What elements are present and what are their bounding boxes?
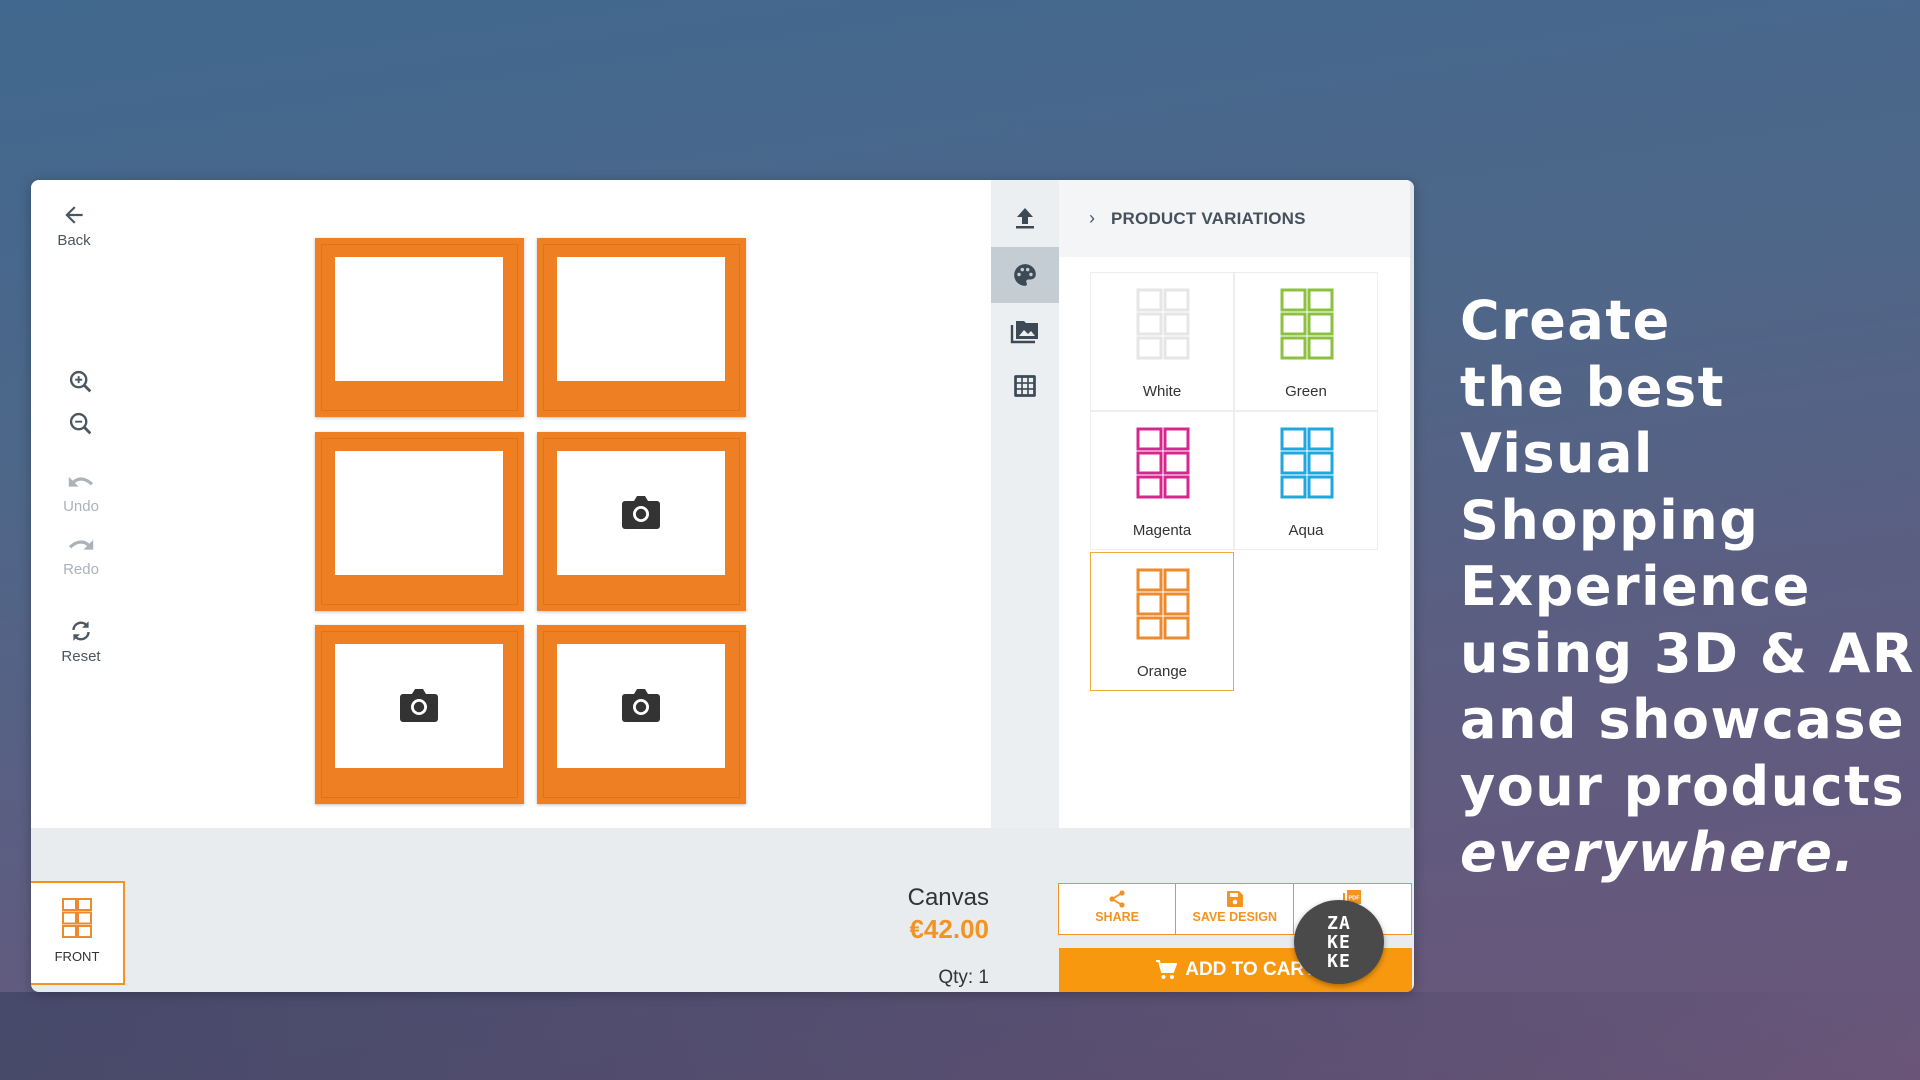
back-label: Back — [57, 232, 91, 249]
variation-magenta[interactable]: Magenta — [1090, 411, 1234, 550]
camera-icon — [400, 689, 438, 722]
empty-photo-slot[interactable] — [335, 644, 503, 768]
headline-line: Shopping — [1460, 488, 1760, 552]
empty-photo-slot[interactable] — [557, 644, 725, 768]
frame-layout-icon — [62, 898, 92, 938]
empty-photo-slot[interactable] — [557, 451, 725, 575]
photo-frame-5[interactable] — [315, 625, 524, 804]
zoom-out-icon — [69, 412, 92, 435]
photo-frame-3[interactable] — [315, 432, 524, 611]
view-thumbnail-front[interactable]: FRONT — [31, 881, 125, 985]
headline-line: the best — [1460, 355, 1725, 419]
reset-button[interactable]: Reset — [46, 618, 116, 665]
upload-tab[interactable] — [991, 190, 1059, 246]
design-canvas: Back Undo Redo Reset — [31, 180, 991, 828]
background-shade — [0, 992, 1920, 1080]
variation-label: Orange — [1136, 663, 1188, 680]
redo-label: Redo — [63, 561, 99, 578]
photo-frame-4[interactable] — [537, 432, 746, 611]
headline-line: and showcase — [1460, 688, 1906, 751]
grid-icon — [1014, 375, 1036, 397]
palette-icon — [1014, 264, 1036, 286]
variation-label: Green — [1285, 383, 1327, 400]
headline-line: your products — [1460, 754, 1906, 818]
layout-tab[interactable] — [991, 358, 1059, 414]
share-label: SHARE — [1095, 910, 1139, 924]
panel-scrollbar[interactable] — [1410, 180, 1414, 828]
undo-icon — [68, 476, 94, 487]
zakeke-logo-line-2: KE — [1327, 932, 1351, 953]
variation-white[interactable]: White — [1090, 272, 1234, 411]
share-icon — [1109, 890, 1125, 908]
frame-layout-icon — [1136, 568, 1190, 640]
product-name: Canvas — [907, 884, 989, 911]
save-design-button[interactable]: SAVE DESIGN — [1175, 883, 1295, 935]
headline-line: Experience — [1460, 555, 1811, 618]
camera-icon — [622, 496, 660, 529]
tool-sidebar — [991, 180, 1059, 828]
arrow-left-icon — [65, 206, 83, 224]
zoom-in-icon — [69, 370, 92, 393]
save-design-label: SAVE DESIGN — [1192, 910, 1278, 924]
share-button[interactable]: SHARE — [1057, 883, 1177, 935]
panel-header[interactable]: › PRODUCT VARIATIONS — [1059, 180, 1410, 257]
variation-label: White — [1142, 383, 1182, 400]
variation-orange[interactable]: Orange — [1090, 552, 1234, 691]
variations-tab[interactable] — [991, 247, 1059, 303]
camera-icon — [622, 689, 660, 722]
frame-layout-icon — [1280, 288, 1334, 360]
photo-frame-2[interactable] — [537, 238, 746, 417]
frame-layout-icon — [1136, 427, 1190, 499]
zakeke-logo-line-1: ZA — [1327, 913, 1351, 934]
redo-icon — [68, 539, 94, 550]
headline-line: using 3D & AR — [1460, 621, 1915, 685]
chevron-right-icon: › — [1089, 208, 1095, 228]
save-icon — [1226, 891, 1243, 907]
zoom-out-button[interactable] — [46, 410, 116, 442]
view-label: FRONT — [54, 949, 100, 964]
image-gallery-icon — [1010, 321, 1038, 344]
redo-button[interactable]: Redo — [46, 535, 116, 578]
headline-line: Create — [1460, 289, 1671, 352]
cart-icon — [1156, 960, 1178, 979]
colosseum-image — [335, 257, 503, 381]
zakeke-logo-line-3: KE — [1327, 951, 1351, 972]
marketing-headline: Create the best Visual Shopping Experien… — [1460, 288, 1915, 887]
photo-frame-6[interactable] — [537, 625, 746, 804]
images-tab[interactable] — [991, 303, 1059, 359]
product-price: €42.00 — [909, 914, 989, 944]
variation-aqua[interactable]: Aqua — [1234, 411, 1378, 550]
undo-label: Undo — [63, 498, 99, 515]
product-variations-panel: › PRODUCT VARIATIONS White Green Magenta Aq… — [1059, 180, 1414, 828]
rome-street-image — [335, 451, 503, 575]
reset-label: Reset — [61, 648, 101, 665]
zoom-in-button[interactable] — [46, 368, 116, 400]
product-quantity: Qty: 1 — [938, 967, 989, 988]
product-customizer: Back Undo Redo Reset › PRODUCT VARIATION… — [31, 180, 1414, 992]
back-button[interactable]: Back — [39, 202, 109, 249]
variation-green[interactable]: Green — [1234, 272, 1378, 411]
photo-frame-1[interactable] — [315, 238, 524, 417]
upload-icon — [1016, 208, 1034, 229]
panel-title: PRODUCT VARIATIONS — [1111, 208, 1306, 228]
variation-label: Aqua — [1288, 522, 1324, 539]
undo-button[interactable]: Undo — [46, 472, 116, 515]
zakeke-chat-button[interactable]: ZA KE KE — [1294, 900, 1384, 984]
sunset-sky-image — [557, 257, 725, 381]
headline-emphasis: everywhere. — [1460, 821, 1856, 884]
headline-line: Visual — [1460, 422, 1654, 485]
reset-icon — [72, 621, 90, 641]
frame-layout-icon — [1136, 288, 1190, 360]
frame-layout-icon — [1280, 427, 1334, 499]
variation-label: Magenta — [1132, 522, 1192, 539]
